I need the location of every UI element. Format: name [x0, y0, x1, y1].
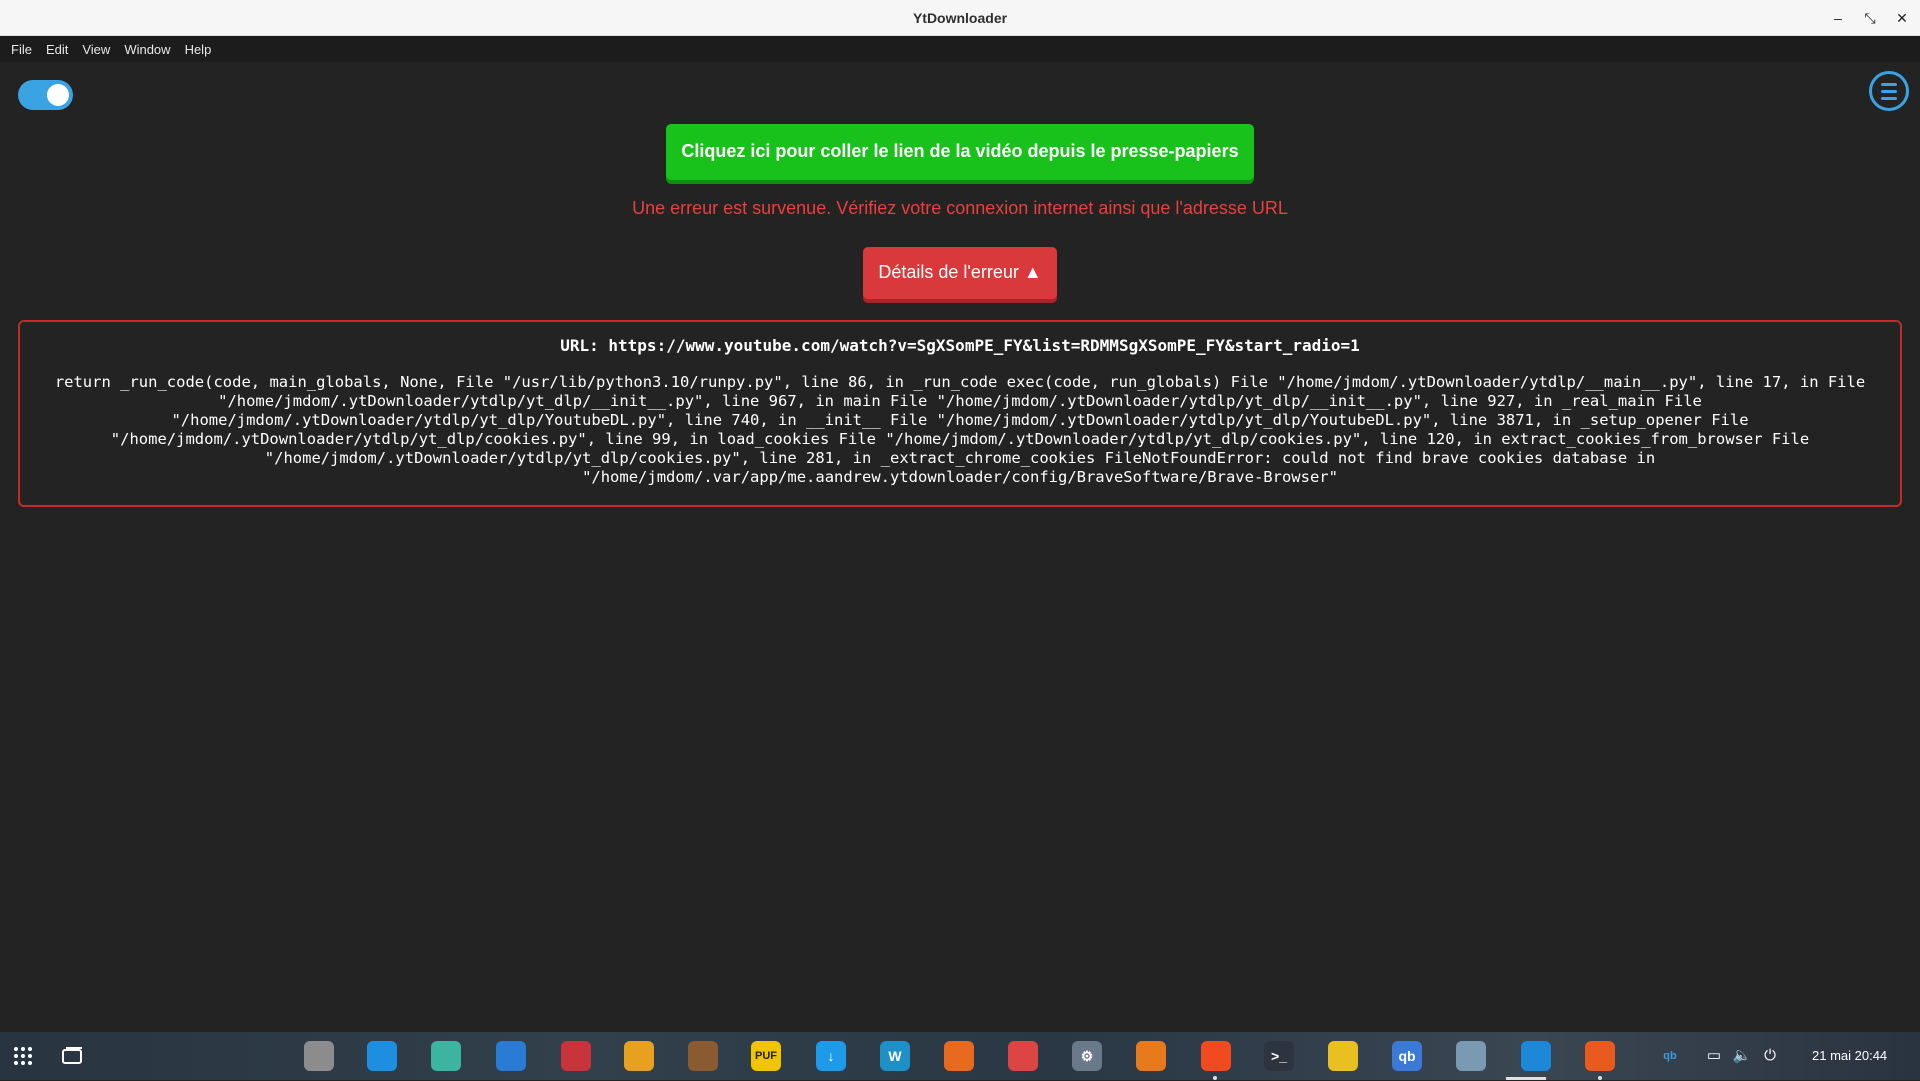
window-title: YtDownloader: [912, 10, 1008, 26]
firefox-icon[interactable]: [1585, 1041, 1615, 1071]
tray-qbittorrent-icon[interactable]: qb: [1658, 1046, 1682, 1066]
workspaces-icon[interactable]: [58, 1041, 86, 1071]
qbittorrent-icon[interactable]: qb: [1392, 1041, 1422, 1071]
minimize-button[interactable]: –: [1826, 6, 1850, 30]
running-indicator: [1213, 1076, 1217, 1080]
puf-icon[interactable]: PUF: [751, 1041, 781, 1071]
error-details-panel: URL: https://www.youtube.com/watch?v=SgX…: [18, 320, 1902, 507]
taskbar: PUF ↓ W ⚙ >_ qb qb ▭ 🔈 ⏻ 21 mai 20:44: [0, 1032, 1920, 1080]
volume-icon[interactable]: 🔈: [1730, 1046, 1754, 1066]
terminal-icon[interactable]: >_: [1264, 1041, 1294, 1071]
mail-icon[interactable]: [496, 1041, 526, 1071]
error-details-button[interactable]: Détails de l'erreur ▲: [863, 247, 1057, 299]
store-icon[interactable]: [367, 1041, 397, 1071]
menu-help[interactable]: Help: [180, 42, 217, 57]
menu-view[interactable]: View: [77, 42, 115, 57]
app-grid-icon[interactable]: [9, 1041, 37, 1071]
close-button[interactable]: ✕: [1890, 6, 1914, 30]
hamburger-line: [1881, 83, 1897, 86]
ytdownloader-icon[interactable]: [1521, 1041, 1551, 1071]
menu-edit[interactable]: Edit: [41, 42, 73, 57]
waveform-icon[interactable]: W: [880, 1041, 910, 1071]
title-bar: YtDownloader – ⤡ ✕: [0, 0, 1920, 36]
menu-button[interactable]: [1869, 71, 1909, 111]
games-icon[interactable]: [561, 1041, 591, 1071]
main-content: Cliquez ici pour coller le lien de la vi…: [0, 62, 1920, 1032]
restore-button[interactable]: ⤡: [1858, 6, 1882, 30]
hamburger-line: [1881, 90, 1897, 93]
library-icon[interactable]: [688, 1041, 718, 1071]
display-icon[interactable]: ▭: [1702, 1046, 1726, 1066]
theme-toggle[interactable]: [18, 80, 73, 110]
running-indicator: [1598, 1076, 1602, 1080]
brave-icon[interactable]: [1201, 1041, 1231, 1071]
clock[interactable]: 21 mai 20:44: [1812, 1032, 1887, 1080]
download-icon[interactable]: ↓: [816, 1041, 846, 1071]
power-icon[interactable]: ⏻: [1758, 1046, 1782, 1066]
chart-icon[interactable]: [1136, 1041, 1166, 1071]
layers-icon[interactable]: [624, 1041, 654, 1071]
toggle-knob: [47, 84, 69, 106]
error-traceback: return _run_code(code, main_globals, Non…: [54, 373, 1866, 486]
menu-bar: File Edit View Window Help: [0, 36, 1920, 62]
error-url: URL: https://www.youtube.com/watch?v=SgX…: [560, 336, 1360, 355]
menu-file[interactable]: File: [6, 42, 37, 57]
pdf-icon[interactable]: [944, 1041, 974, 1071]
error-message: Une erreur est survenue. Vérifiez votre …: [632, 198, 1288, 218]
scanner-icon[interactable]: [431, 1041, 461, 1071]
hamburger-line: [1881, 97, 1897, 100]
paste-link-button[interactable]: Cliquez ici pour coller le lien de la vi…: [666, 124, 1254, 180]
files-icon[interactable]: [304, 1041, 334, 1071]
settings-icon[interactable]: ⚙: [1072, 1041, 1102, 1071]
globe-icon[interactable]: [1456, 1041, 1486, 1071]
disk-icon[interactable]: [1008, 1041, 1038, 1071]
paint-icon[interactable]: [1328, 1041, 1358, 1071]
menu-window[interactable]: Window: [119, 42, 175, 57]
